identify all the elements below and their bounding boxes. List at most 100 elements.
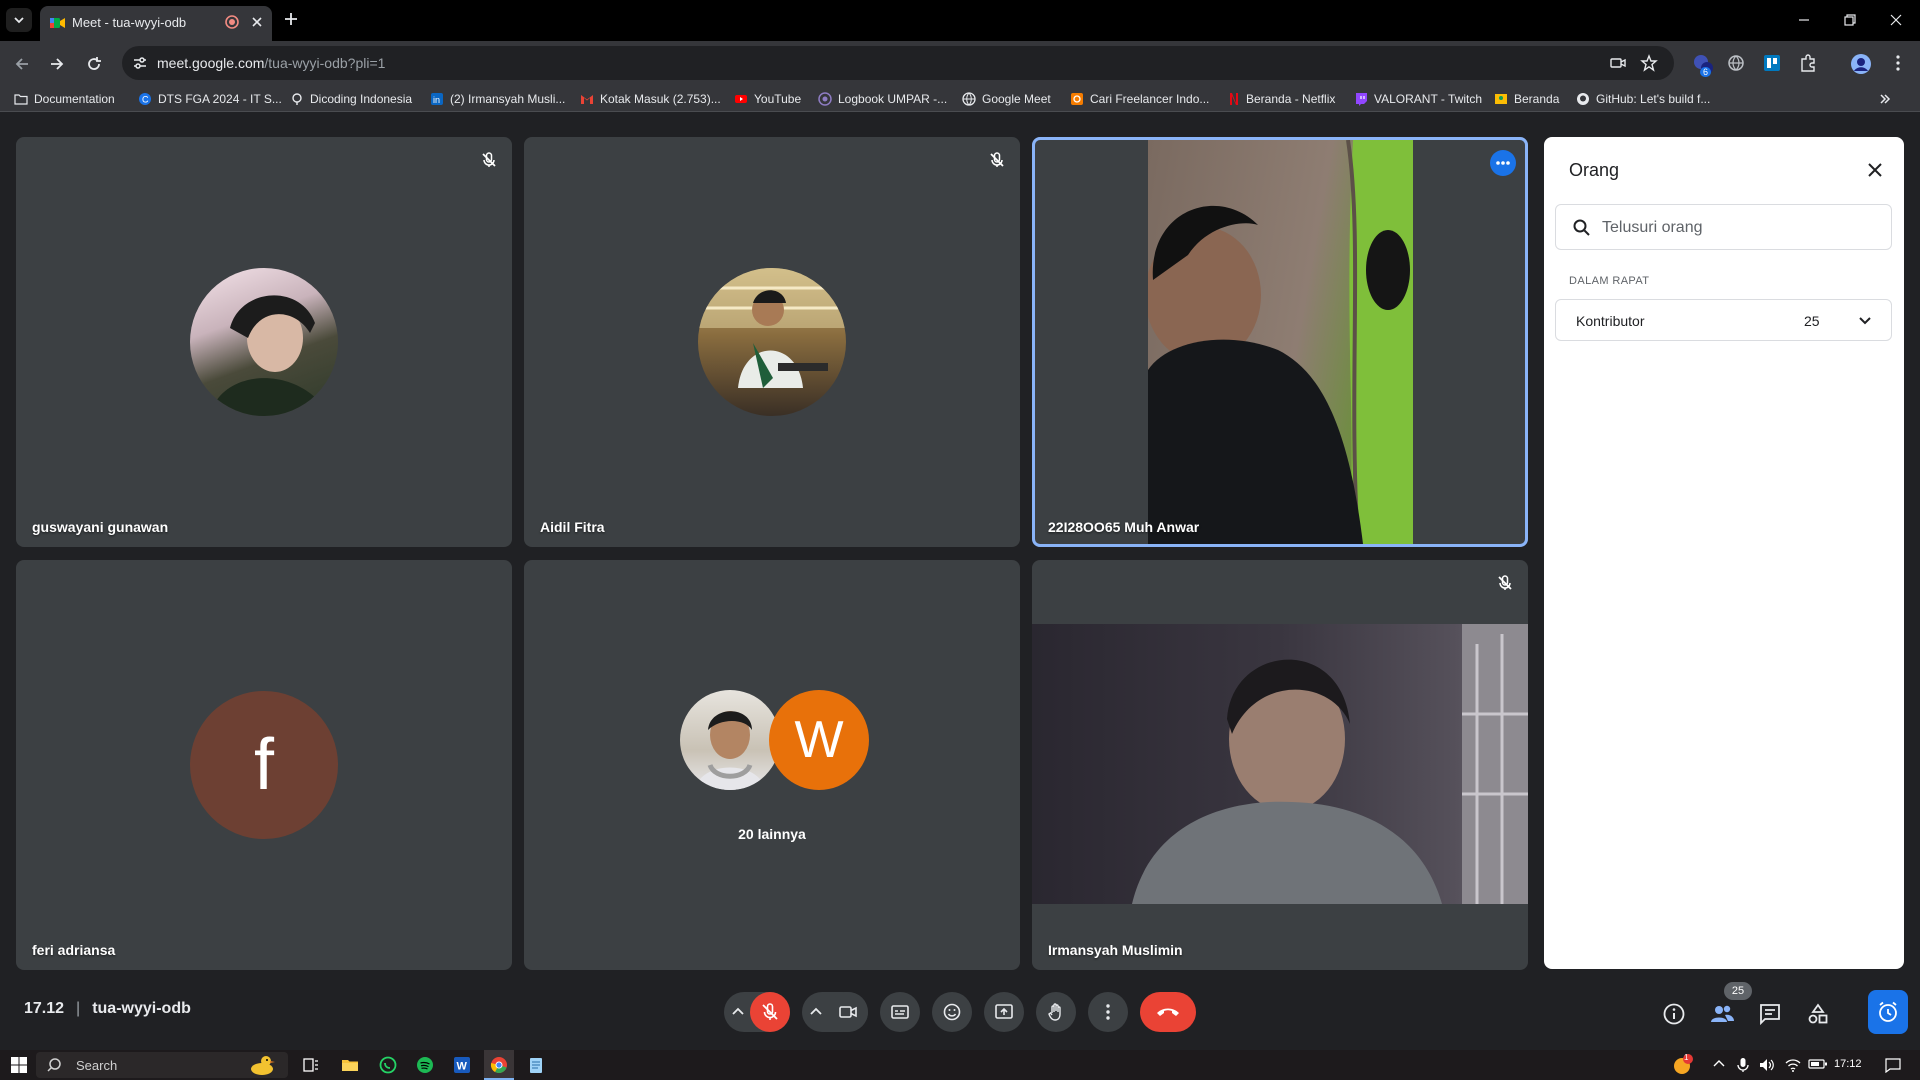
bookmark-freelancer[interactable]: Cari Freelancer Indo... <box>1070 90 1209 108</box>
participant-tile[interactable]: Irmansyah Muslimin <box>1032 560 1528 970</box>
notepad-icon[interactable] <box>527 1056 545 1074</box>
reactions-button[interactable] <box>932 992 972 1032</box>
host-controls-button[interactable] <box>1868 990 1908 1034</box>
folder-icon <box>14 94 28 105</box>
bookmark-star-icon[interactable] <box>1640 54 1658 72</box>
bookmark-beranda[interactable]: Beranda <box>1494 90 1559 108</box>
people-icon <box>1711 1005 1734 1022</box>
bookmark-dts-fga[interactable]: C DTS FGA 2024 - IT S... <box>138 90 282 108</box>
forward-icon[interactable] <box>47 54 67 74</box>
task-view-icon[interactable] <box>302 1056 320 1074</box>
trello-extension-icon[interactable] <box>1762 53 1782 73</box>
word-icon[interactable]: W <box>453 1056 471 1074</box>
bookmark-label: GitHub: Let's build f... <box>1596 92 1711 106</box>
bookmark-label: DTS FGA 2024 - IT S... <box>158 92 282 106</box>
bookmark-linkedin[interactable]: in (2) Irmansyah Musli... <box>430 90 565 108</box>
volume-icon[interactable] <box>1758 1057 1776 1073</box>
muted-mic-icon <box>988 151 1006 169</box>
muted-mic-icon <box>1496 574 1514 592</box>
reload-icon[interactable] <box>84 54 104 74</box>
bookmark-label: Kotak Masuk (2.753)... <box>600 92 721 106</box>
microphone-tray-icon[interactable] <box>1736 1057 1750 1073</box>
bookmarks-overflow-icon[interactable] <box>1878 90 1892 108</box>
spotify-icon[interactable] <box>416 1056 434 1074</box>
window-close-icon[interactable] <box>1888 12 1904 28</box>
chevron-up-icon[interactable] <box>1712 1057 1726 1071</box>
mic-off-icon <box>762 1003 778 1020</box>
participant-name: Aidil Fitra <box>540 519 605 535</box>
more-options-button[interactable] <box>1088 992 1128 1032</box>
participant-name: 22I28OO65 Muh Anwar <box>1048 519 1200 535</box>
bookmark-github[interactable]: GitHub: Let's build f... <box>1576 90 1710 108</box>
freelancer-icon <box>1071 93 1083 105</box>
bookmark-twitch[interactable]: VALORANT - Twitch <box>1354 90 1482 108</box>
others-tile[interactable]: W 20 lainnya <box>524 560 1020 970</box>
chrome-taskbar-button[interactable] <box>484 1050 514 1080</box>
svg-text:C: C <box>142 95 149 105</box>
panel-title: Orang <box>1569 160 1620 180</box>
tab-search-button[interactable] <box>6 8 32 32</box>
bookmark-label: Logbook UMPAR -... <box>838 92 948 106</box>
bookmark-youtube[interactable]: YouTube <box>734 90 801 108</box>
address-bar[interactable]: meet.google.com/tua-wyyi-odb?pli=1 <box>122 46 1674 80</box>
restore-icon[interactable] <box>1842 12 1858 28</box>
back-icon[interactable] <box>12 54 32 74</box>
raise-hand-button[interactable] <box>1036 992 1076 1032</box>
file-explorer-icon[interactable] <box>341 1056 359 1074</box>
action-center-icon[interactable] <box>1884 1057 1902 1073</box>
profile-avatar-icon[interactable] <box>1850 53 1872 75</box>
present-screen-button[interactable] <box>984 992 1024 1032</box>
taskbar-search[interactable]: Search <box>36 1052 288 1078</box>
bookmark-logbook[interactable]: Logbook UMPAR -... <box>818 90 947 108</box>
captions-button[interactable] <box>880 992 920 1032</box>
new-tab-icon[interactable] <box>282 10 300 28</box>
bookmark-gmail[interactable]: Kotak Masuk (2.753)... <box>580 90 721 108</box>
more-options-icon[interactable] <box>1490 150 1516 176</box>
captions-icon <box>891 1005 909 1019</box>
extensions-puzzle-icon[interactable] <box>1798 53 1818 73</box>
people-button[interactable] <box>1702 994 1742 1034</box>
meeting-details-button[interactable] <box>1654 994 1694 1034</box>
dts-icon: C <box>139 93 151 105</box>
participant-tile[interactable]: guswayani gunawan <box>16 137 512 547</box>
camera-options-chevron-icon[interactable] <box>808 1004 824 1020</box>
camera-toggle-button[interactable] <box>828 992 868 1032</box>
browser-menu-icon[interactable] <box>1888 53 1908 73</box>
leave-call-button[interactable] <box>1140 992 1196 1032</box>
camera-in-use-icon[interactable] <box>1610 55 1626 71</box>
avatar-initial: W <box>769 690 869 790</box>
tab-close-icon[interactable] <box>250 15 264 29</box>
dicoding-icon <box>292 93 302 105</box>
participant-tile[interactable]: f feri adriansa <box>16 560 512 970</box>
bookmark-google-meet[interactable]: Google Meet <box>962 90 1051 108</box>
bookmark-label: VALORANT - Twitch <box>1374 92 1483 106</box>
contributors-group[interactable]: Kontributor 25 <box>1555 299 1892 341</box>
notification-app-icon[interactable] <box>1672 1053 1694 1075</box>
windows-start-icon[interactable] <box>10 1056 28 1074</box>
participant-name: Irmansyah Muslimin <box>1048 942 1183 958</box>
recording-icon <box>224 14 240 30</box>
people-search[interactable] <box>1555 204 1892 250</box>
section-heading: DALAM RAPAT <box>1569 275 1650 287</box>
bookmark-documentation[interactable]: Documentation <box>14 90 115 108</box>
globe-extension-icon[interactable] <box>1726 53 1746 73</box>
battery-icon[interactable] <box>1808 1057 1828 1071</box>
chat-button[interactable] <box>1750 994 1790 1034</box>
divider: | <box>76 1000 81 1017</box>
whatsapp-icon[interactable] <box>379 1056 397 1074</box>
mic-options-chevron-icon[interactable] <box>730 1004 746 1020</box>
minimize-icon[interactable] <box>1796 12 1812 28</box>
site-info-icon[interactable] <box>132 55 148 71</box>
browser-tab-meet[interactable]: Meet - tua-wyyi-odb <box>40 6 272 41</box>
bookmark-label: Dicoding Indonesia <box>310 92 413 106</box>
participant-name: feri adriansa <box>32 942 116 958</box>
close-icon[interactable] <box>1866 161 1884 179</box>
microphone-toggle-button[interactable] <box>750 992 790 1032</box>
participant-tile[interactable]: Aidil Fitra <box>524 137 1020 547</box>
bookmark-dicoding[interactable]: Dicoding Indonesia <box>290 90 412 108</box>
wifi-icon[interactable] <box>1784 1057 1802 1073</box>
bookmark-netflix[interactable]: Beranda - Netflix <box>1226 90 1335 108</box>
activities-button[interactable] <box>1798 994 1838 1034</box>
participant-tile-active[interactable]: 22I28OO65 Muh Anwar <box>1032 137 1528 547</box>
search-input[interactable] <box>1602 216 1872 240</box>
